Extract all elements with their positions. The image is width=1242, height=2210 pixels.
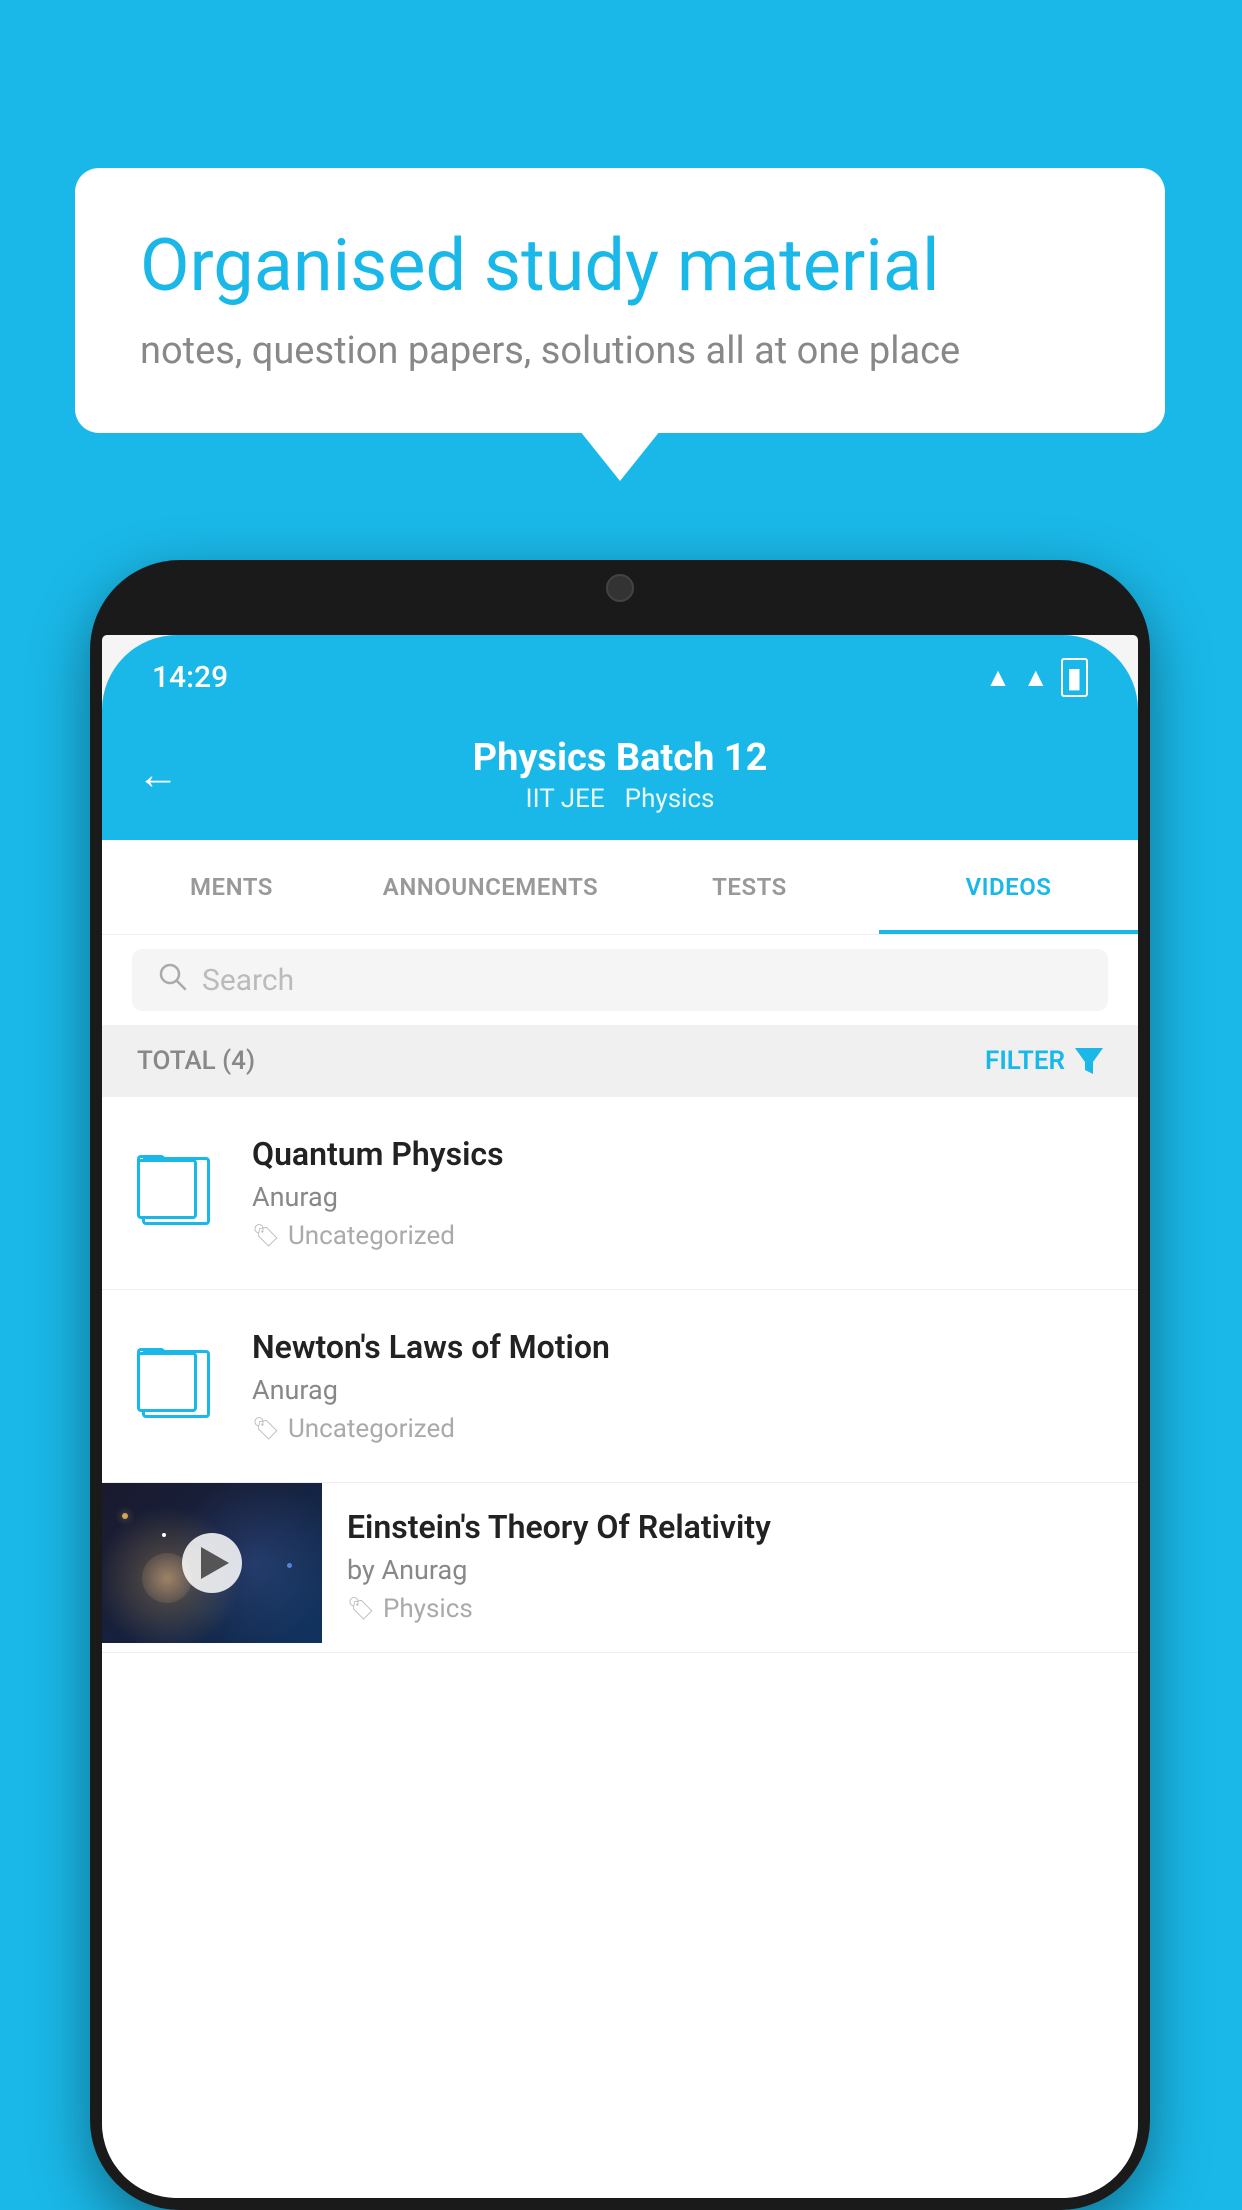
play-button[interactable] [182, 1533, 242, 1593]
tab-announcements[interactable]: ANNOUNCEMENTS [361, 840, 620, 934]
status-icons: ▲ ▲ ▮ [985, 658, 1088, 697]
item-info-2: Newton's Laws of Motion Anurag 🏷 Uncateg… [252, 1328, 1103, 1444]
item-title: Quantum Physics [252, 1135, 1103, 1173]
wifi-icon: ▲ [985, 662, 1011, 693]
list-item[interactable]: Quantum Physics Anurag 🏷 Uncategorized [102, 1097, 1138, 1290]
phone-container: 14:29 ▲ ▲ ▮ ← Physics Batch 12 IIT JEE P… [90, 560, 1150, 2210]
phone-camera [606, 574, 634, 602]
tag-label: Physics [383, 1594, 473, 1624]
item-author: by Anurag [347, 1554, 1113, 1586]
search-input[interactable]: Search [202, 963, 294, 998]
list-item[interactable]: Newton's Laws of Motion Anurag 🏷 Uncateg… [102, 1290, 1138, 1483]
tab-tests[interactable]: TESTS [620, 840, 879, 934]
item-icon-2 [137, 1333, 222, 1428]
search-bar[interactable]: Search [132, 949, 1108, 1011]
search-icon [157, 961, 187, 999]
tab-videos[interactable]: VIDEOS [879, 840, 1138, 934]
item-author: Anurag [252, 1374, 1103, 1406]
item-icon-1 [137, 1140, 222, 1235]
item-tag: 🏷 Uncategorized [252, 1221, 1103, 1251]
total-count: TOTAL (4) [137, 1046, 255, 1076]
item-title: Einstein's Theory Of Relativity [347, 1508, 1113, 1546]
signal-icon: ▲ [1023, 662, 1049, 693]
status-bar: 14:29 ▲ ▲ ▮ [102, 635, 1138, 710]
tabs-bar: MENTS ANNOUNCEMENTS TESTS VIDEOS [102, 840, 1138, 935]
filter-button[interactable]: FILTER [985, 1046, 1103, 1076]
play-triangle-icon [201, 1547, 229, 1579]
back-button[interactable]: ← [137, 751, 179, 800]
bubble-subtitle: notes, question papers, solutions all at… [140, 329, 1100, 373]
bubble-title: Organised study material [140, 223, 1100, 309]
item-info-1: Quantum Physics Anurag 🏷 Uncategorized [252, 1135, 1103, 1251]
search-section: Search [102, 935, 1138, 1025]
tag-icon: 🏷 [347, 1597, 375, 1622]
item-tag: 🏷 Uncategorized [252, 1414, 1103, 1444]
phone-notch [510, 560, 730, 615]
item-author: Anurag [252, 1181, 1103, 1213]
filter-funnel-icon [1075, 1048, 1103, 1074]
header-title: Physics Batch 12 [473, 736, 768, 780]
video-thumbnail [102, 1483, 322, 1643]
item-tag: 🏷 Physics [347, 1594, 1113, 1624]
header-subtitle: IIT JEE Physics [526, 784, 715, 814]
status-time: 14:29 [152, 660, 228, 695]
subtitle-physics: Physics [625, 784, 715, 814]
phone-body: 14:29 ▲ ▲ ▮ ← Physics Batch 12 IIT JEE P… [90, 560, 1150, 2210]
filter-bar: TOTAL (4) FILTER [102, 1025, 1138, 1097]
video-info: Einstein's Theory Of Relativity by Anura… [322, 1483, 1138, 1644]
subtitle-iitjee: IIT JEE [526, 784, 605, 814]
item-title: Newton's Laws of Motion [252, 1328, 1103, 1366]
app-header: ← Physics Batch 12 IIT JEE Physics [102, 710, 1138, 840]
phone-screen: 14:29 ▲ ▲ ▮ ← Physics Batch 12 IIT JEE P… [102, 635, 1138, 2198]
tag-label: Uncategorized [288, 1414, 455, 1444]
speech-bubble: Organised study material notes, question… [75, 168, 1165, 433]
content-list: Quantum Physics Anurag 🏷 Uncategorized [102, 1097, 1138, 2198]
tag-label: Uncategorized [288, 1221, 455, 1251]
filter-label: FILTER [985, 1046, 1065, 1076]
tab-ments[interactable]: MENTS [102, 840, 361, 934]
tag-icon: 🏷 [252, 1224, 280, 1249]
list-item-video[interactable]: Einstein's Theory Of Relativity by Anura… [102, 1483, 1138, 1653]
tag-icon: 🏷 [252, 1417, 280, 1442]
battery-icon: ▮ [1061, 658, 1088, 697]
